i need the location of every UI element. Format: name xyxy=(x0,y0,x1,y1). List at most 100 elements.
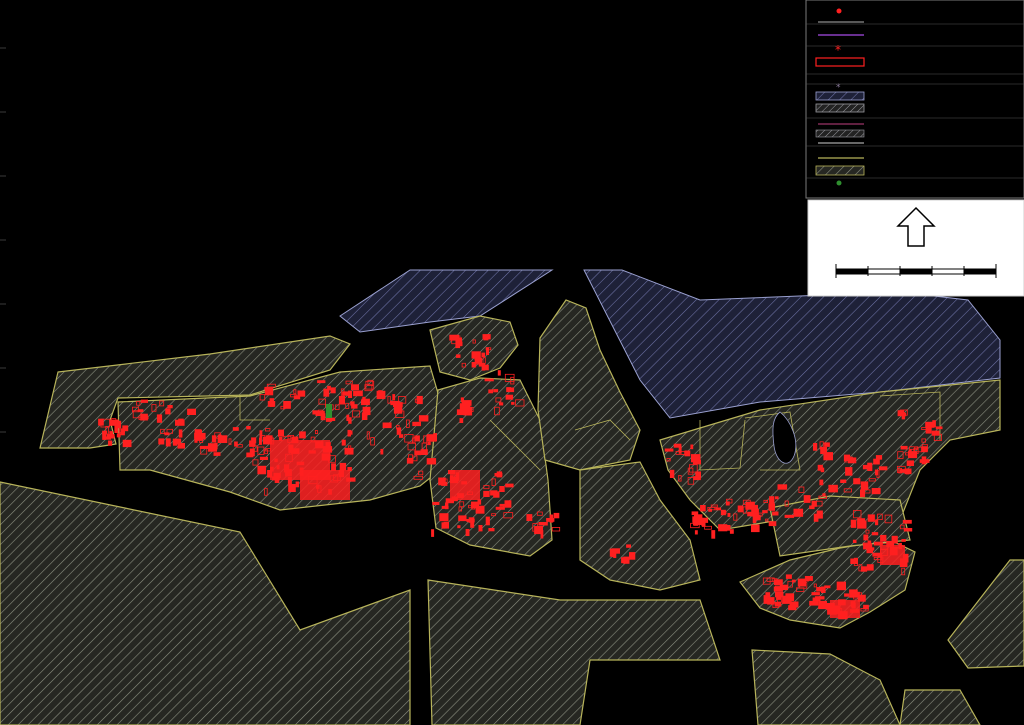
building-block[interactable] xyxy=(906,460,914,466)
building-block[interactable] xyxy=(283,400,291,409)
building-block[interactable] xyxy=(455,339,461,349)
building-block[interactable] xyxy=(852,539,857,543)
building-block[interactable] xyxy=(879,466,888,471)
building-block[interactable] xyxy=(684,450,691,457)
building-block[interactable] xyxy=(488,528,495,532)
building-block[interactable] xyxy=(871,532,879,536)
building-block[interactable] xyxy=(762,510,768,514)
building-block[interactable] xyxy=(485,516,490,526)
building-block[interactable] xyxy=(470,501,480,509)
building-block[interactable] xyxy=(505,394,514,400)
building-block[interactable] xyxy=(108,440,113,446)
building-block[interactable] xyxy=(621,557,628,564)
building-block[interactable] xyxy=(900,445,908,450)
building-block[interactable] xyxy=(299,431,306,439)
building-block[interactable] xyxy=(700,504,706,512)
building-block[interactable] xyxy=(836,581,846,591)
building-block[interactable] xyxy=(443,521,449,529)
building-block[interactable] xyxy=(325,417,332,422)
building-block[interactable] xyxy=(431,529,435,537)
building-block[interactable] xyxy=(691,454,701,463)
building-block[interactable] xyxy=(505,483,514,488)
building-block[interactable] xyxy=(817,464,823,471)
building-block[interactable] xyxy=(816,587,825,592)
building-block[interactable] xyxy=(412,421,422,427)
building-block[interactable] xyxy=(478,525,483,532)
building-block[interactable] xyxy=(493,389,499,393)
building-block[interactable] xyxy=(499,485,505,492)
building-block[interactable] xyxy=(433,433,438,442)
building-footprint[interactable] xyxy=(830,600,860,618)
building-block[interactable] xyxy=(312,410,319,415)
building-block[interactable] xyxy=(725,501,730,506)
building-block[interactable] xyxy=(903,528,913,532)
building-block[interactable] xyxy=(251,437,257,444)
building-block[interactable] xyxy=(754,504,758,513)
building-block[interactable] xyxy=(499,503,507,507)
building-block[interactable] xyxy=(178,418,184,423)
building-block[interactable] xyxy=(297,390,306,397)
building-block[interactable] xyxy=(809,505,815,510)
building-block[interactable] xyxy=(722,510,727,514)
building-block[interactable] xyxy=(765,592,771,596)
building-block[interactable] xyxy=(167,404,173,409)
building-block[interactable] xyxy=(347,390,352,398)
building-block[interactable] xyxy=(813,442,818,451)
building-block[interactable] xyxy=(338,395,345,405)
building-block[interactable] xyxy=(860,489,866,498)
building-block[interactable] xyxy=(931,430,940,436)
building-block[interactable] xyxy=(669,469,675,479)
building-block[interactable] xyxy=(797,578,807,587)
building-block[interactable] xyxy=(772,511,779,516)
building-block[interactable] xyxy=(194,432,201,439)
building-block[interactable] xyxy=(264,386,274,396)
building-block[interactable] xyxy=(538,522,548,526)
building-block[interactable] xyxy=(339,462,347,471)
building-block[interactable] xyxy=(506,387,511,390)
building-block[interactable] xyxy=(172,440,177,446)
building-block[interactable] xyxy=(484,378,494,382)
building-block[interactable] xyxy=(295,481,300,488)
building-block[interactable] xyxy=(715,507,722,511)
building-block[interactable] xyxy=(353,390,363,397)
building-block[interactable] xyxy=(481,352,486,357)
building-block[interactable] xyxy=(737,505,744,513)
building-block[interactable] xyxy=(853,478,861,485)
building-block[interactable] xyxy=(526,514,533,521)
building-block[interactable] xyxy=(496,471,503,478)
building-block[interactable] xyxy=(416,395,423,405)
building-block[interactable] xyxy=(824,442,830,447)
building-block[interactable] xyxy=(459,418,464,423)
building-block[interactable] xyxy=(393,405,403,414)
building-block[interactable] xyxy=(819,479,824,486)
building-block[interactable] xyxy=(382,422,392,429)
building-block[interactable] xyxy=(398,434,404,438)
building-block[interactable] xyxy=(752,515,757,524)
building-block[interactable] xyxy=(768,521,777,527)
building-block[interactable] xyxy=(466,519,475,523)
building-block[interactable] xyxy=(777,484,788,490)
building-block[interactable] xyxy=(785,574,792,579)
building-block[interactable] xyxy=(862,464,873,470)
building-block[interactable] xyxy=(432,501,440,505)
building-block[interactable] xyxy=(789,601,799,608)
building-block[interactable] xyxy=(629,552,636,560)
building-block[interactable] xyxy=(840,479,847,483)
building-block[interactable] xyxy=(908,449,912,453)
building-block[interactable] xyxy=(875,519,879,526)
building-block[interactable] xyxy=(553,512,560,519)
building-block[interactable] xyxy=(809,600,819,606)
building-block[interactable] xyxy=(414,435,420,442)
building-footprint[interactable] xyxy=(880,545,905,565)
building-block[interactable] xyxy=(767,597,775,605)
building-block[interactable] xyxy=(116,433,121,438)
building-block[interactable] xyxy=(793,508,804,517)
building-block[interactable] xyxy=(414,450,422,456)
building-block[interactable] xyxy=(122,425,129,432)
building-block[interactable] xyxy=(426,458,437,465)
building-block[interactable] xyxy=(828,484,838,493)
building-block[interactable] xyxy=(455,354,461,358)
building-block[interactable] xyxy=(427,441,431,446)
building-block[interactable] xyxy=(140,399,148,403)
building-block[interactable] xyxy=(122,439,132,448)
